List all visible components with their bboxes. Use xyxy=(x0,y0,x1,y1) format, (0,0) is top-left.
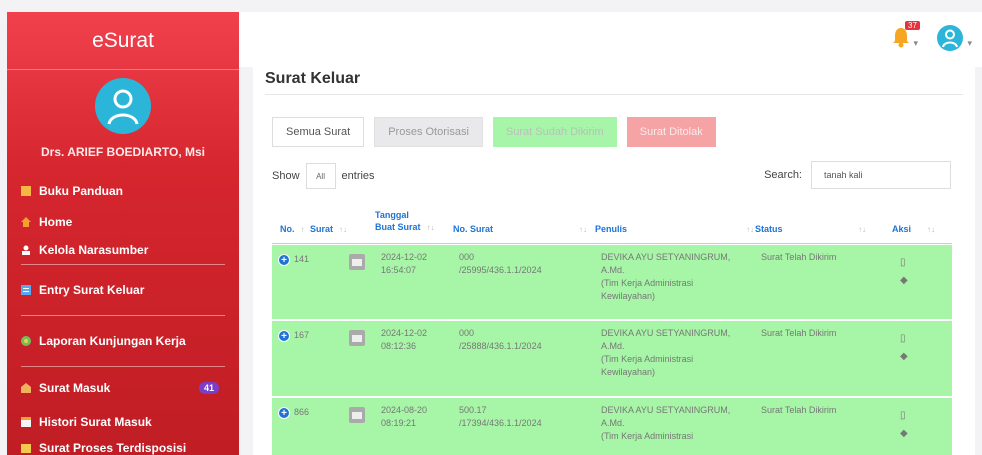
table-header: No. ↑ Surat ↑↓ Tanggal Buat Surat ↑↓ No. Sur… xyxy=(272,197,952,244)
row-status: Surat Telah Dikirim xyxy=(761,252,837,262)
sidebar-item-entry-surat-keluar[interactable]: Entry Surat Keluar xyxy=(7,265,239,315)
search-input[interactable]: tanah kali xyxy=(811,161,951,189)
column-header-no-surat[interactable]: No. Surat xyxy=(453,224,493,234)
page-title: Surat Keluar xyxy=(265,70,361,87)
row-no-surat: 000/25995/436.1.1/2024 xyxy=(459,252,542,275)
user-avatar-icon xyxy=(942,29,958,48)
chevron-down-icon[interactable]: ▾ xyxy=(913,38,918,49)
main-content: Surat Keluar Semua Surat Proses Otorisas… xyxy=(253,67,975,455)
sort-icon: ↑ xyxy=(300,225,305,234)
sidebar-item-laporan-kunjungan-kerja[interactable]: Laporan Kunjungan Kerja xyxy=(7,316,239,366)
copy-icon[interactable]: ▯ xyxy=(900,410,906,421)
sidebar-item-kelola-narasumber[interactable]: Kelola Narasumber xyxy=(7,236,239,264)
tab-proses-otorisasi[interactable]: Proses Otorisasi xyxy=(374,117,483,147)
user-icon xyxy=(19,243,33,257)
sort-icon: ↑↓ xyxy=(426,223,435,232)
sort-icon[interactable]: ↑↓ xyxy=(579,225,587,234)
inbox-count-badge: 41 xyxy=(198,382,219,394)
sidebar-item-buku-panduan[interactable]: Buku Panduan xyxy=(7,174,239,208)
row-no: 141 xyxy=(294,254,310,264)
sort-icon: ↑↓ xyxy=(927,225,936,234)
table-row[interactable]: + 866 2024-08-20 08:19:21 500.17/17394/43… xyxy=(272,398,952,455)
chevron-down-icon[interactable]: ▾ xyxy=(967,38,972,49)
user-menu-avatar[interactable] xyxy=(937,25,963,51)
disposition-icon xyxy=(19,441,33,455)
edit-icon xyxy=(19,283,33,297)
sidebar-item-label: Entry Surat Keluar xyxy=(39,283,145,297)
notification-count-badge: 37 xyxy=(905,21,920,30)
sidebar-item-label: Home xyxy=(39,215,73,229)
column-header-surat[interactable]: Surat ↑↓ xyxy=(310,224,347,234)
expand-row-icon[interactable]: + xyxy=(278,330,290,342)
mail-icon[interactable] xyxy=(349,330,365,346)
table-row[interactable]: + 141 2024-12-02 16:54:07 000/25995/436.1… xyxy=(272,245,952,319)
tab-surat-sudah-dikirim[interactable]: Surat Sudah Dikirim xyxy=(492,117,617,147)
avatar[interactable] xyxy=(95,78,151,134)
expand-row-icon[interactable]: + xyxy=(278,407,290,419)
sidebar-item-label: Surat Masuk xyxy=(39,381,111,395)
inbox-icon xyxy=(19,381,33,395)
top-navbar: 37 ▾ ▾ xyxy=(239,12,982,67)
entries-select[interactable]: All xyxy=(305,163,336,189)
sort-icon[interactable]: ↑↓ xyxy=(746,225,754,234)
mail-icon[interactable] xyxy=(349,254,365,270)
tab-semua-surat[interactable]: Semua Surat xyxy=(272,117,365,147)
profile-block: Drs. ARIEF BOEDIARTO, Msi xyxy=(7,70,239,174)
row-date: 2024-12-02 08:12:36 xyxy=(381,328,428,351)
status-tabs: Semua Surat Proses Otorisasi Surat Sudah… xyxy=(272,117,726,147)
entries-label: entries xyxy=(341,170,375,182)
column-header-aksi[interactable]: Aksi ↑↓ xyxy=(892,224,935,234)
entries-control: Show All entries xyxy=(272,163,375,189)
mail-icon[interactable] xyxy=(349,407,365,423)
row-date: 2024-12-02 16:54:07 xyxy=(381,252,428,275)
archive-icon[interactable]: ◆ xyxy=(900,428,908,439)
archive-icon[interactable]: ◆ xyxy=(900,275,908,286)
history-icon xyxy=(19,415,33,429)
row-no: 866 xyxy=(294,407,310,417)
tab-surat-ditolak[interactable]: Surat Ditolak xyxy=(626,117,716,147)
sidebar: eSurat Drs. ARIEF BOEDIARTO, Msi Buku Pa… xyxy=(7,12,239,455)
sidebar-item-label: Buku Panduan xyxy=(39,184,124,198)
report-icon xyxy=(19,334,33,348)
column-header-tanggal[interactable]: Tanggal Buat Surat ↑↓ xyxy=(375,209,435,234)
archive-icon[interactable]: ◆ xyxy=(900,351,908,362)
row-status: Surat Telah Dikirim xyxy=(761,328,837,338)
home-icon xyxy=(19,215,33,229)
row-no: 167 xyxy=(294,330,310,340)
copy-icon[interactable]: ▯ xyxy=(900,333,906,344)
sidebar-item-label: Histori Surat Masuk xyxy=(39,415,152,429)
brand-title[interactable]: eSurat xyxy=(7,12,239,70)
expand-row-icon[interactable]: + xyxy=(278,254,290,266)
row-date: 2024-08-20 08:19:21 xyxy=(381,405,428,428)
column-header-penulis[interactable]: Penulis xyxy=(595,224,627,234)
sidebar-item-label: Surat Proses Terdisposisi xyxy=(39,441,187,455)
sidebar-item-surat-masuk[interactable]: Surat Masuk 41 xyxy=(7,367,239,409)
book-icon xyxy=(19,184,33,198)
user-avatar-icon xyxy=(107,89,139,125)
row-no-surat: 500.17/17394/436.1.1/2024 xyxy=(459,405,542,428)
row-penulis: DEVIKA AYU SETYANINGRUM, A.Md. (Tim Kerja … xyxy=(601,252,731,301)
show-label: Show xyxy=(272,170,300,182)
copy-icon[interactable]: ▯ xyxy=(900,257,906,268)
row-penulis: DEVIKA AYU SETYANINGRUM, A.Md. (Tim Kerja … xyxy=(601,405,731,441)
sort-icon[interactable]: ↑↓ xyxy=(858,225,866,234)
profile-name: Drs. ARIEF BOEDIARTO, Msi xyxy=(40,145,206,159)
sidebar-item-histori-surat-masuk[interactable]: Histori Surat Masuk xyxy=(7,409,239,435)
sidebar-item-surat-proses-terdisposisi[interactable]: Surat Proses Terdisposisi xyxy=(7,435,239,455)
search-label: Search: xyxy=(764,169,802,181)
sidebar-item-label: Laporan Kunjungan Kerja xyxy=(39,334,186,348)
column-header-no[interactable]: No. ↑ xyxy=(280,224,305,234)
sidebar-item-label: Kelola Narasumber xyxy=(39,243,149,257)
row-status: Surat Telah Dikirim xyxy=(761,405,837,415)
search-control: Search: tanah kali xyxy=(764,161,951,189)
row-penulis: DEVIKA AYU SETYANINGRUM, A.Md. (Tim Kerja … xyxy=(601,328,731,377)
table-row[interactable]: + 167 2024-12-02 08:12:36 000/25888/436.1… xyxy=(272,321,952,396)
title-divider xyxy=(265,94,963,95)
sort-icon: ↑↓ xyxy=(339,225,348,234)
row-no-surat: 000/25888/436.1.1/2024 xyxy=(459,328,542,351)
column-header-status[interactable]: Status xyxy=(755,224,783,234)
notification-bell[interactable]: 37 xyxy=(891,21,920,53)
sidebar-item-home[interactable]: Home xyxy=(7,208,239,236)
